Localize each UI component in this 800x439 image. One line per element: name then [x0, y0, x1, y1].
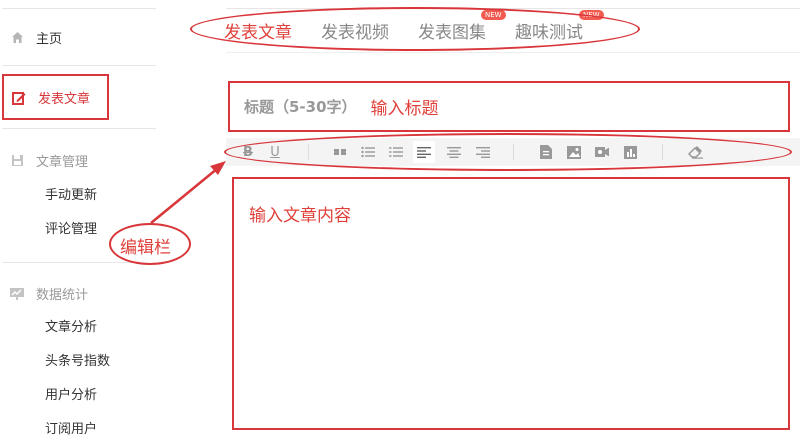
title-input[interactable]: 标题（5-30字） 输入标题 — [228, 81, 790, 132]
sidebar-item-comments[interactable]: 评论管理 — [45, 218, 97, 237]
tabs-annotation-oval — [190, 7, 640, 51]
sidebar-item-article-analysis[interactable]: 文章分析 — [45, 316, 97, 335]
stats-icon — [10, 287, 24, 301]
sidebar-divider — [2, 8, 156, 9]
sidebar-divider — [2, 128, 156, 129]
title-placeholder: 输入标题 — [370, 99, 439, 119]
sidebar-divider — [2, 65, 156, 66]
home-icon — [10, 31, 24, 45]
sidebar-item-user-analysis[interactable]: 用户分析 — [45, 384, 97, 403]
sidebar-item-home[interactable]: 主页 — [0, 28, 62, 47]
edit-icon — [12, 91, 26, 105]
sidebar: 主页 发表文章 文章管理 手动更新 评论管理 数据统计 文章分析 头条号指数 用… — [0, 0, 185, 439]
annotation-label: 编辑栏 — [120, 238, 171, 258]
sidebar-item-label: 主页 — [36, 32, 63, 47]
toolbar-annotation-oval — [224, 133, 792, 171]
save-icon — [10, 154, 24, 168]
sidebar-item-publish[interactable]: 发表文章 — [2, 74, 109, 120]
tabs-bottom-divider — [226, 52, 800, 53]
sidebar-item-subscribers[interactable]: 订阅用户 — [45, 418, 97, 437]
content-editor[interactable]: 输入文章内容 — [232, 177, 790, 430]
sidebar-group-label: 文章管理 — [36, 155, 89, 170]
sidebar-item-account-index[interactable]: 头条号指数 — [45, 350, 110, 369]
title-label: 标题（5-30字） — [244, 98, 357, 116]
sidebar-item-label: 发表文章 — [38, 92, 91, 107]
sidebar-group-label: 数据统计 — [36, 288, 89, 303]
content-placeholder: 输入文章内容 — [249, 206, 351, 226]
sidebar-item-manual-update[interactable]: 手动更新 — [45, 184, 97, 203]
sidebar-group-article-mgmt[interactable]: 文章管理 — [0, 151, 88, 170]
sidebar-group-stats[interactable]: 数据统计 — [0, 284, 88, 303]
